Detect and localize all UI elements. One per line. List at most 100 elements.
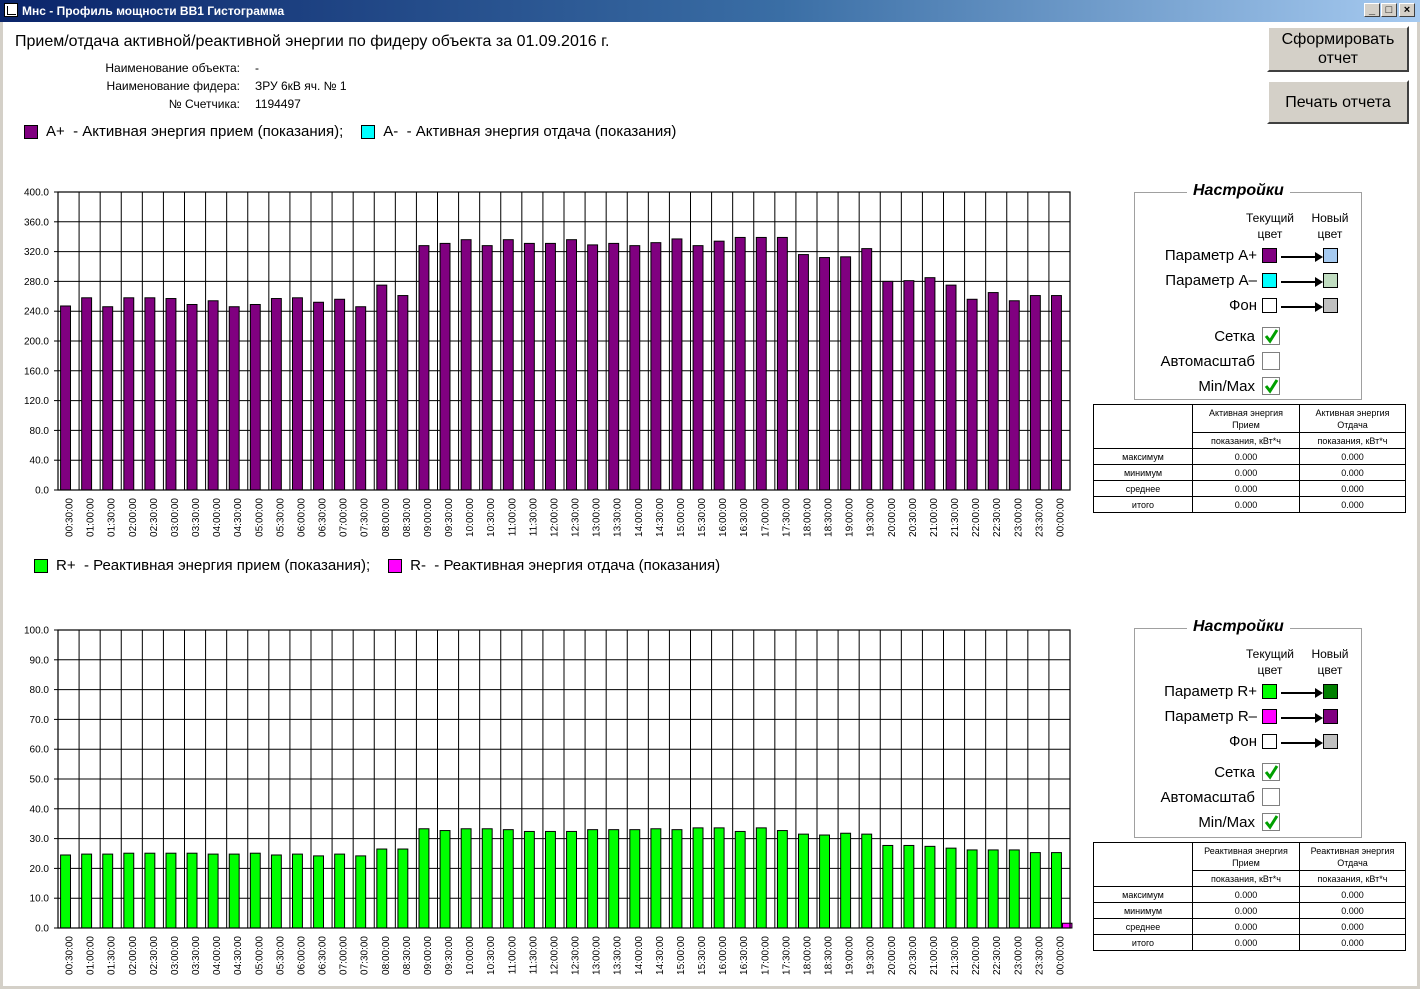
bar-R+ [228, 853, 240, 929]
arrow-icon [1281, 688, 1323, 698]
report-header-text: Прием/отдача активной/реактивной энергии… [15, 33, 513, 50]
x-tick-label: 21:00:00 [929, 936, 940, 975]
x-tick-label: 03:00:00 [170, 498, 181, 537]
bar-A+ [334, 298, 346, 491]
background-new-color[interactable] [1323, 298, 1338, 313]
grid-checkbox[interactable] [1262, 763, 1280, 781]
bar-R+ [882, 844, 894, 929]
close-button[interactable]: × [1399, 3, 1415, 17]
bar-A+ [692, 245, 704, 491]
param-r-minus-new-color[interactable] [1323, 709, 1338, 724]
x-tick-label: 02:00:00 [128, 498, 139, 537]
x-tick-label: 06:30:00 [318, 936, 329, 975]
param-a-minus-current-color[interactable] [1262, 273, 1277, 288]
stats-cell: 0.000 [1299, 496, 1406, 513]
param-r-plus-current-color[interactable] [1262, 684, 1277, 699]
bar-A+ [439, 242, 451, 491]
param-r-minus-current-color[interactable] [1262, 709, 1277, 724]
param-a-plus-label: Параметр A+ [1164, 247, 1257, 264]
settings-reactive-panel: Настройки Текущий цвет Новый цвет Параметр… [1134, 618, 1362, 838]
param-a-plus-new-color[interactable] [1323, 248, 1338, 263]
x-tick-label: 15:30:00 [697, 498, 708, 537]
minmax-checkbox[interactable] [1262, 377, 1280, 395]
bar-R+ [966, 849, 978, 929]
bar-R+ [355, 855, 367, 929]
x-tick-label: 15:00:00 [676, 936, 687, 975]
maximize-button[interactable]: □ [1381, 3, 1397, 17]
autoscale-checkbox[interactable] [1262, 788, 1280, 806]
table-row: максимум 0.000 0.000 [1093, 448, 1406, 465]
y-tick-label: 0.0 [35, 486, 49, 497]
x-tick-label: 12:00:00 [549, 936, 560, 975]
x-tick-label: 23:30:00 [1034, 498, 1045, 537]
x-tick-label: 01:00:00 [86, 936, 97, 975]
bar-A+ [313, 301, 324, 491]
x-tick-label: 05:30:00 [275, 936, 286, 975]
grid-checkbox[interactable] [1262, 327, 1280, 345]
bar-A+ [755, 236, 767, 491]
stats-row-label: минимум [1093, 464, 1193, 481]
generate-report-button[interactable]: Сформировать отчет [1267, 26, 1409, 72]
current-color-header: Текущий цвет [1246, 211, 1294, 241]
bar-A+ [102, 306, 114, 491]
bar-R+ [945, 847, 957, 929]
window-title-bar: Мнс - Профиль мощности ВВ1 Гистограмма _… [0, 0, 1420, 22]
stats-cell: 0.000 [1299, 464, 1406, 481]
print-report-button[interactable]: Печать отчета [1267, 80, 1409, 124]
background-current-color[interactable] [1262, 298, 1277, 313]
bar-A+ [819, 257, 830, 491]
stats-reactive-table: Реактивная энергия Прием Реактивная энерг… [1093, 842, 1406, 951]
x-tick-label: 00:30:00 [65, 936, 76, 975]
bar-R+ [523, 830, 535, 929]
background-current-color[interactable] [1262, 734, 1277, 749]
bar-R+ [1051, 852, 1062, 929]
y-tick-label: 80.0 [30, 426, 50, 437]
y-tick-label: 10.0 [30, 894, 50, 905]
grid-label: Сетка [1214, 764, 1255, 781]
x-tick-label: 13:00:00 [592, 936, 603, 975]
bar-R+ [861, 833, 873, 929]
x-tick-label: 18:00:00 [802, 498, 813, 537]
x-tick-label: 22:00:00 [971, 936, 982, 975]
autoscale-label: Автомасштаб [1160, 353, 1255, 370]
app-icon[interactable] [4, 3, 18, 17]
y-tick-label: 200.0 [24, 337, 49, 348]
minmax-checkbox[interactable] [1262, 813, 1280, 831]
arrow-icon [1281, 302, 1323, 312]
bar-A+ [123, 297, 135, 491]
bar-A+ [523, 242, 535, 491]
stats-active-table: Активная энергия Прием Активная энергия От… [1093, 404, 1406, 513]
stats-col1-unit: показания, кВт*ч [1192, 432, 1300, 449]
a-minus-text: - Активная энергия отдача (показания) [406, 123, 677, 140]
stats-cell: 0.000 [1299, 934, 1406, 951]
legend-reactive: R+ - Реактивная энергия прием (показания… [34, 557, 720, 574]
bar-R+ [292, 853, 303, 929]
y-tick-label: 30.0 [30, 834, 50, 845]
param-a-minus-new-color[interactable] [1323, 273, 1338, 288]
x-tick-label: 04:30:00 [233, 498, 244, 537]
stats-row-label: среднее [1093, 918, 1193, 935]
stats-cell: 0.000 [1299, 448, 1406, 465]
autoscale-checkbox[interactable] [1262, 352, 1280, 370]
bar-R+ [123, 852, 135, 929]
bar-R+ [734, 830, 746, 929]
bar-A+ [608, 242, 620, 491]
bar-A+ [1008, 300, 1020, 491]
bar-A+ [776, 236, 788, 491]
stats-cell: 0.000 [1192, 886, 1300, 903]
x-tick-label: 16:30:00 [739, 498, 750, 537]
x-tick-label: 01:00:00 [86, 498, 97, 537]
settings-active-title: Настройки [1187, 182, 1290, 200]
background-new-color[interactable] [1323, 734, 1338, 749]
param-r-plus-new-color[interactable] [1323, 684, 1338, 699]
minimize-button[interactable]: _ [1364, 3, 1380, 17]
y-tick-label: 0.0 [35, 924, 49, 935]
param-a-plus-current-color[interactable] [1262, 248, 1277, 263]
x-tick-label: 18:30:00 [824, 936, 835, 975]
bar-R+ [545, 830, 556, 929]
x-tick-label: 13:00:00 [592, 498, 603, 537]
bar-A+ [861, 248, 873, 491]
y-tick-label: 280.0 [24, 277, 49, 288]
bar-A+ [629, 245, 641, 491]
table-row: минимум 0.000 0.000 [1093, 902, 1406, 919]
